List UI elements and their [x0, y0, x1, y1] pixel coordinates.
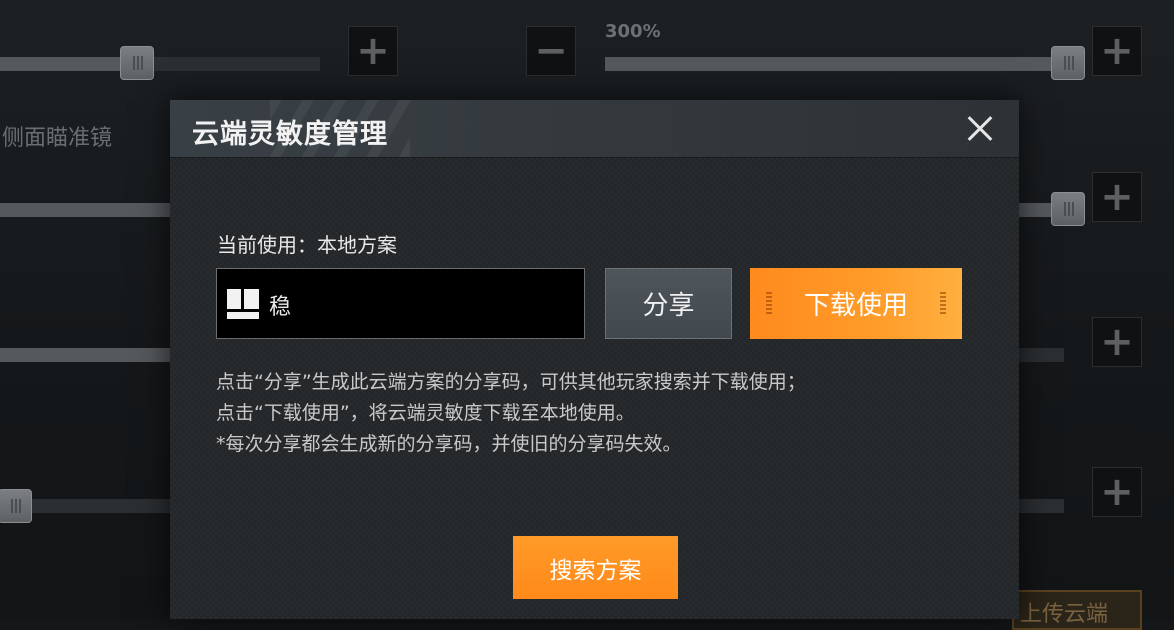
download-use-button[interactable]: 下载使用 — [750, 268, 962, 339]
scope-label: 侧面瞄准镜 — [2, 126, 113, 151]
slider-thumb[interactable] — [0, 489, 32, 523]
plus-icon: + — [1100, 469, 1134, 515]
description-line: *每次分享都会生成新的分享码，并使旧的分享码失效。 — [216, 433, 682, 455]
plus-icon: + — [356, 28, 390, 74]
minus-icon: − — [534, 28, 568, 74]
plan-grid-icon — [227, 289, 259, 319]
increase-button[interactable]: + — [1092, 26, 1142, 76]
slider-fill — [0, 203, 175, 217]
increase-button[interactable]: + — [1092, 172, 1142, 222]
slider-fill — [0, 57, 138, 71]
plus-icon: + — [1100, 28, 1134, 74]
plan-icon-block — [227, 312, 259, 319]
description-line: 点击“下载使用”，将云端灵敏度下载至本地使用。 — [216, 402, 635, 424]
grip-icon — [940, 292, 946, 316]
slider-track-row2-left[interactable] — [0, 203, 175, 217]
dialog-title: 云端灵敏度管理 — [192, 119, 388, 150]
plan-icon-block — [244, 289, 259, 309]
slider-track-row3-right[interactable] — [1019, 348, 1064, 362]
dialog-header: 云端灵敏度管理 — [170, 100, 1019, 158]
search-plan-button[interactable]: 搜索方案 — [513, 536, 678, 599]
upload-cloud-button[interactable]: 上传云端 — [1012, 590, 1142, 630]
plan-code-field[interactable]: 稳 — [216, 268, 585, 339]
plus-icon: + — [1100, 174, 1134, 220]
slider-track-row1-left[interactable] — [0, 57, 320, 71]
current-plan-label: 当前使用：本地方案 — [217, 233, 397, 257]
description-line: 点击“分享”生成此云端方案的分享码，可供其他玩家搜索并下载使用； — [216, 371, 806, 393]
plus-icon: + — [1100, 319, 1134, 365]
slider-thumb[interactable] — [120, 46, 154, 80]
increase-button[interactable]: + — [348, 26, 398, 76]
sensitivity-percent: 300% — [605, 21, 661, 42]
slider-thumb[interactable] — [1051, 192, 1085, 226]
slider-thumb[interactable] — [1051, 46, 1085, 80]
share-button[interactable]: 分享 — [605, 268, 732, 339]
increase-button[interactable]: + — [1092, 317, 1142, 367]
slider-fill — [0, 348, 175, 362]
close-icon[interactable] — [958, 107, 1002, 151]
cloud-sensitivity-dialog: 云端灵敏度管理 当前使用：本地方案 稳 分享 下载使用 点击“分享”生成此云端方… — [170, 100, 1019, 619]
grip-icon — [766, 292, 772, 316]
download-use-label: 下载使用 — [803, 291, 908, 321]
slider-track-row4-right[interactable] — [1019, 499, 1064, 513]
slider-track-row1-right[interactable] — [605, 57, 1085, 71]
decrease-button[interactable]: − — [526, 26, 576, 76]
slider-track-row3-left[interactable] — [0, 348, 175, 362]
increase-button[interactable]: + — [1092, 467, 1142, 517]
plan-icon-block — [227, 289, 241, 309]
plan-name: 稳 — [269, 295, 292, 320]
slider-fill — [605, 57, 1085, 71]
